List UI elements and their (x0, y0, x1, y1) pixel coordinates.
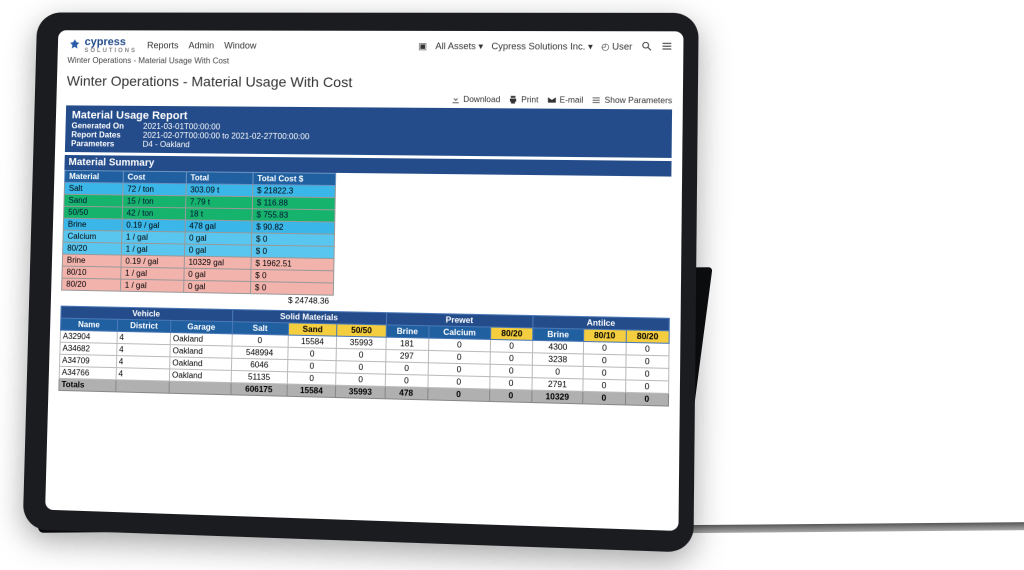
print-button[interactable]: Print (509, 95, 539, 104)
report-banner: Material Usage Report Generated On2021-0… (65, 105, 672, 158)
menubar: cypress SOLUTIONS Reports Admin Window ▣… (68, 36, 673, 56)
menu-window[interactable]: Window (224, 41, 257, 51)
material-summary-table: Material Cost Total Total Cost $ Salt72 … (61, 170, 336, 307)
menu-admin[interactable]: Admin (188, 40, 214, 50)
vehicle-table: Vehicle Solid Materials Prewet AntiIce N… (58, 306, 670, 407)
email-button[interactable]: E-mail (547, 95, 584, 104)
menu-icon[interactable] (661, 40, 673, 53)
org-dropdown[interactable]: Cypress Solutions Inc. ▾ (491, 41, 592, 52)
brand-sub: SOLUTIONS (84, 48, 137, 54)
asset-scope-dropdown[interactable]: All Assets ▾ (435, 41, 483, 52)
report-actions: Download Print E-mail Show Parameters (66, 93, 672, 106)
material-summary-grand-total: $ 24748.36 (250, 294, 333, 307)
show-parameters-button[interactable]: Show Parameters (592, 96, 672, 106)
asset-scope-icon: ▣ (418, 40, 427, 51)
user-menu[interactable]: ◴ User (601, 41, 632, 52)
search-icon[interactable] (641, 40, 653, 53)
brand-logo: cypress SOLUTIONS (68, 36, 138, 54)
brand-icon (68, 38, 82, 52)
breadcrumb: Winter Operations - Material Usage With … (67, 56, 672, 67)
brand-name: cypress (84, 36, 126, 48)
download-button[interactable]: Download (451, 95, 501, 104)
menu-reports[interactable]: Reports (147, 40, 179, 50)
page-title: Winter Operations - Material Usage With … (67, 73, 673, 92)
